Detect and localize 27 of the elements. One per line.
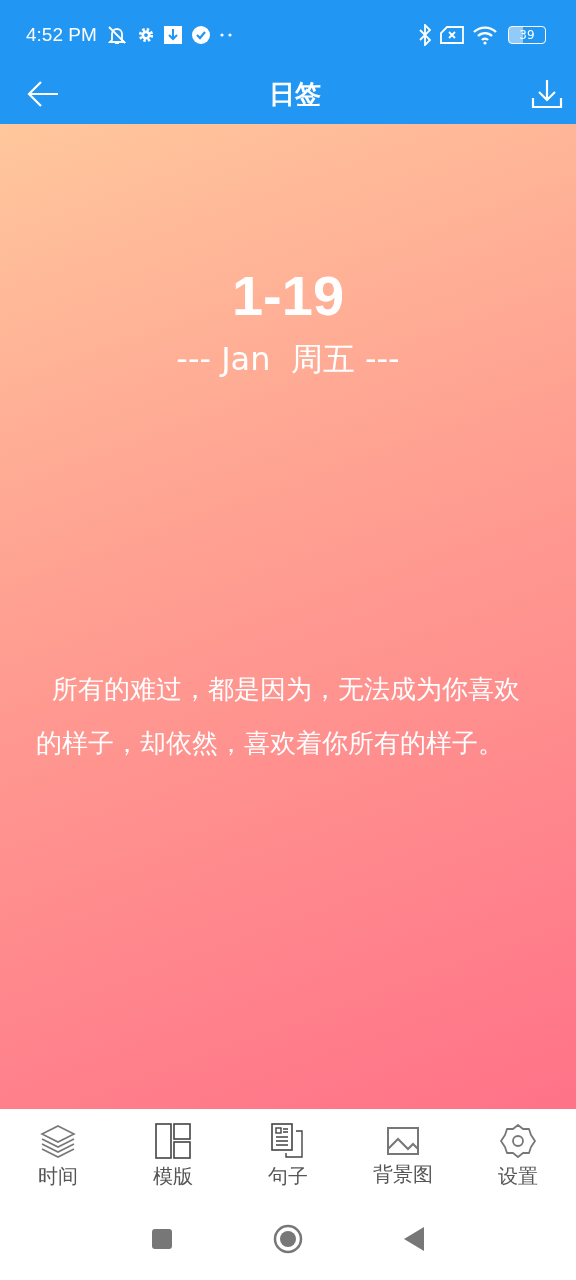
gear-icon [136, 26, 155, 44]
nav-tab[interactable]: 句子 [237, 1123, 338, 1190]
quote-text: 所有的难过，都是因为，无法成为你喜欢的样子，却依然，喜欢着你所有的样子。 [36, 673, 521, 760]
date-text: 1-19 [231, 264, 345, 328]
layers-icon [38, 1123, 77, 1159]
nav-tab[interactable]: 时间 [7, 1123, 108, 1190]
document-icon [269, 1123, 306, 1159]
layout-grid-icon [154, 1123, 191, 1159]
page-title: 日签 [269, 77, 321, 111]
back-button[interactable] [26, 80, 60, 108]
home-button[interactable] [273, 1224, 303, 1254]
nav-tab[interactable]: 模版 [122, 1123, 223, 1190]
download-box-icon [162, 25, 183, 45]
battery-icon: 39 [508, 26, 546, 44]
nav-tab[interactable]: 设置 [468, 1123, 569, 1190]
nav-tab[interactable]: 背景图 [353, 1125, 454, 1188]
bluetooth-icon [418, 24, 432, 46]
weekday-text: --- Jan 周五 --- [176, 339, 400, 380]
image-icon [385, 1125, 422, 1157]
status-time: 4:52 PM [26, 24, 97, 46]
recents-button[interactable] [151, 1228, 173, 1250]
sim-x-icon [440, 26, 464, 44]
more-dots-icon [218, 32, 233, 38]
check-circle-icon [190, 25, 211, 45]
download-button[interactable] [530, 78, 564, 110]
settings-icon [500, 1123, 537, 1159]
back-nav-button[interactable] [403, 1226, 425, 1252]
